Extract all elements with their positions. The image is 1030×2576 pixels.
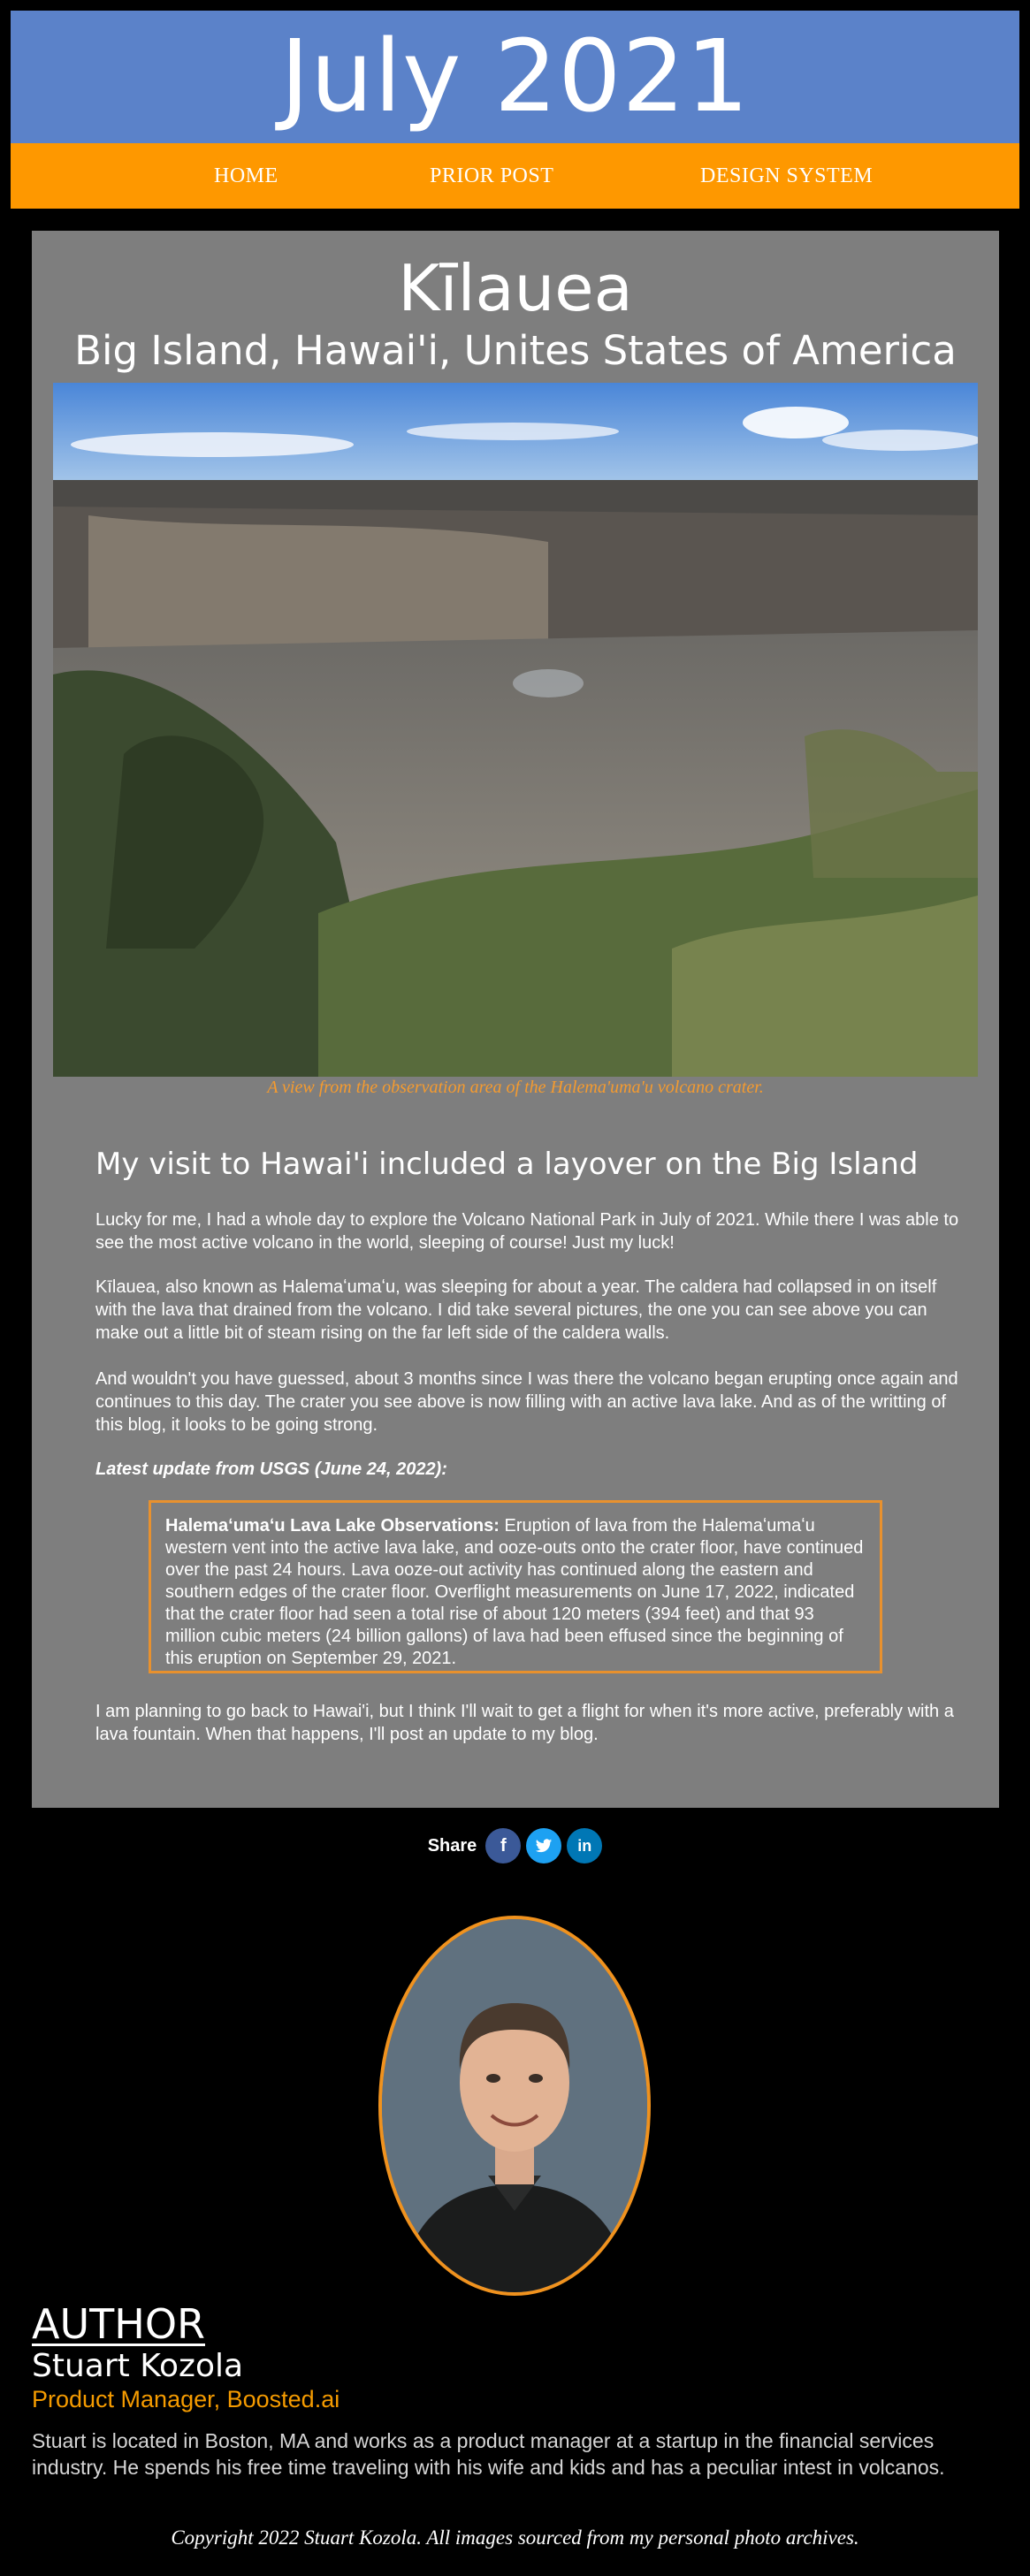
author-role: Product Manager, Boosted.ai [32,2386,340,2412]
photo-caption: A view from the observation area of the … [267,1078,764,1097]
linkedin-share-button[interactable]: in [567,1828,603,1863]
facebook-share-button[interactable]: f [485,1828,522,1863]
share-label: Share [427,1835,477,1856]
paragraph-4: I am planning to go back to Hawai'i, but… [95,1702,954,1744]
author-name: Stuart Kozola [32,2348,244,2384]
paragraph-2: Kīlauea, also known as Halemaʻumaʻu, was… [95,1277,937,1343]
paragraph-3: And wouldn't you have guessed, about 3 m… [95,1369,958,1435]
facebook-icon: f [500,1835,507,1856]
post-heading: My visit to Hawai'i included a layover o… [95,1147,919,1182]
copyright-footer: Copyright 2022 Stuart Kozola. All images… [171,2526,859,2549]
share-bar: Share f in [0,1828,1030,1863]
volcano-photo [53,383,978,1077]
post-subtitle: Big Island, Hawai'i, Unites States of Am… [74,327,957,374]
twitter-share-button[interactable] [526,1828,562,1863]
post-card: Kīlauea Big Island, Hawai'i, Unites Stat… [32,231,999,1808]
author-heading: AUTHOR [32,2300,205,2348]
post-title: Kīlauea [398,251,633,325]
author-avatar [378,1916,651,2296]
header-banner: July 2021 [11,11,1019,143]
nav-prior-post-link[interactable]: PRIOR POST [430,143,553,209]
nav-home-link[interactable]: HOME [214,143,278,209]
nav-design-system-link[interactable]: DESIGN SYSTEM [700,143,873,209]
page-title: July 2021 [279,19,751,134]
usgs-quote: Halemaʻumaʻu Lava Lake Observations: Eru… [149,1500,882,1673]
author-bio: Stuart is located in Boston, MA and work… [32,2429,945,2479]
quote-body: Eruption of lava from the Halemaʻumaʻu w… [165,1516,864,1668]
paragraph-1: Lucky for me, I had a whole day to explo… [95,1210,959,1253]
twitter-icon [536,1839,553,1853]
main-nav: HOME PRIOR POST DESIGN SYSTEM [11,143,1019,209]
linkedin-icon: in [577,1836,592,1855]
usgs-update-label: Latest update from USGS (June 24, 2022): [95,1459,447,1479]
quote-title: Halemaʻumaʻu Lava Lake Observations: [165,1516,500,1536]
